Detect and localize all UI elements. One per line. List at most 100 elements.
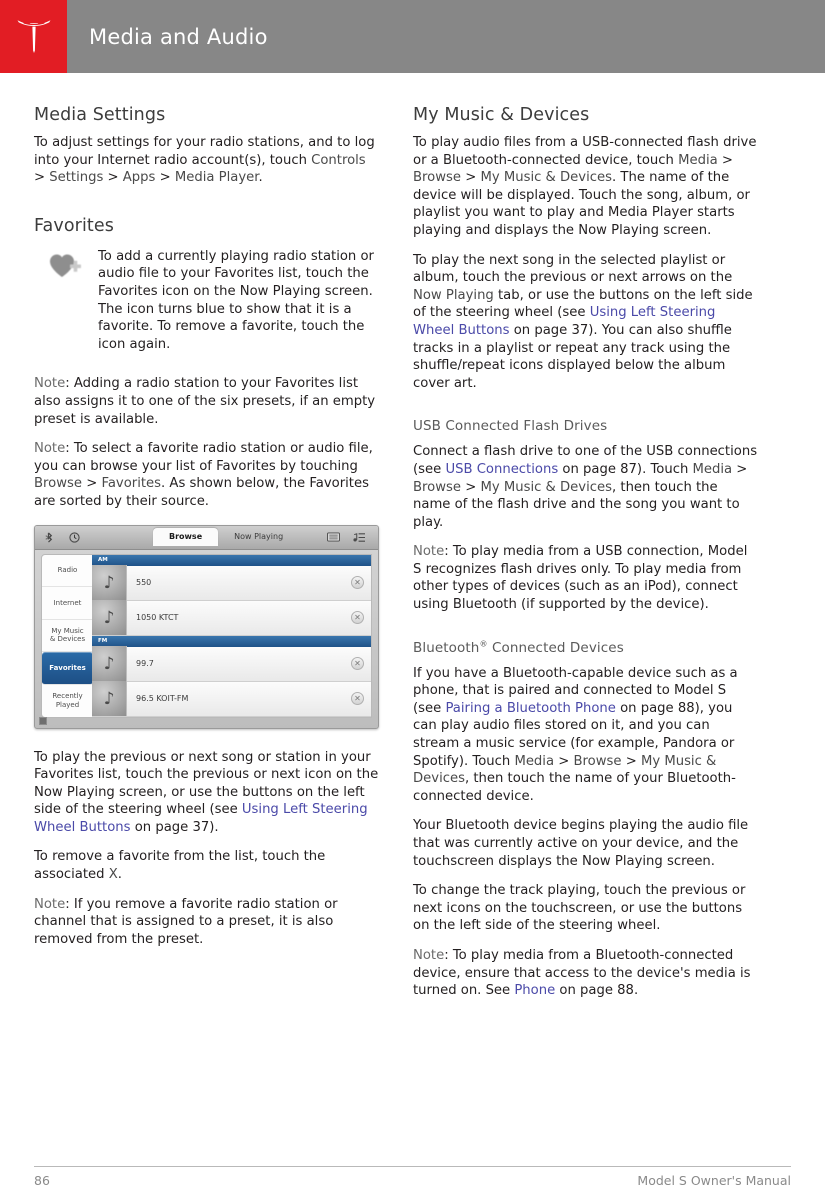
ui-term-controls: Controls [311,152,366,168]
ui-term-now-playing: Now Playing [413,287,494,303]
separator: > [82,476,102,492]
screenshot-topbar: Browse Now Playing [35,525,378,550]
music-note-icon: ♪ [92,600,127,635]
note-label: Note [34,441,66,457]
screenshot-sidebar-item-radio[interactable]: Radio [42,555,93,588]
screenshot-tabs: Browse Now Playing [153,528,299,546]
screenshot-list-item[interactable]: ♪ 1050 KTCT ✕ [92,600,371,636]
paragraph-media-settings: To adjust settings for your radio statio… [34,134,379,187]
tesla-logo [0,0,67,73]
screenshot-corner-marker [39,716,47,725]
music-note-icon: ♪ [92,646,127,681]
note-text: on page 88. [555,983,639,999]
heading-usb-connected-flash-drives: USB Connected Flash Drives [413,418,608,435]
note-text: : To play media from a USB connection, M… [413,544,748,613]
paragraph-play-prev-next: To play the previous or next song or sta… [34,749,379,837]
link-phone[interactable]: Phone [514,983,555,998]
page-header: Media and Audio [0,0,825,73]
screenshot-group-header-fm: FM [92,635,371,647]
page-title: Media and Audio [89,24,268,49]
paragraph-next-song: To play the next song in the selected pl… [413,252,758,393]
x-icon[interactable]: ✕ [351,611,364,624]
screenshot-sidebar-item-favorites[interactable]: Favorites [42,652,93,685]
ui-term-browse: Browse [413,170,462,186]
favorites-icon-block: To add a currently playing radio station… [34,248,379,354]
screenshot-list-item[interactable]: ♪ 96.5 KOIT-FM ✕ [92,681,371,717]
screenshot-sidebar-item-internet[interactable]: Internet [42,587,93,620]
paragraph-bluetooth-change-track: To change the track playing, touch the p… [413,883,746,934]
note-usb-flash-only: Note: To play media from a USB connectio… [413,543,758,613]
note-bluetooth-media-access: Note: To play media from a Bluetooth-con… [413,947,758,1000]
tesla-logo-icon [14,19,54,55]
x-icon[interactable]: ✕ [351,657,364,670]
separator: > [155,170,175,186]
separator: > [621,753,641,769]
note-remove-preset: Note: If you remove a favorite radio sta… [34,896,379,949]
screenshot-list-item[interactable]: ♪ 550 ✕ [92,565,371,601]
text-run: . [258,170,263,186]
ui-term-browse: Browse [34,476,83,492]
manual-page: Media and Audio Media Settings To adjust… [0,0,825,1200]
screenshot-topbar-right [320,526,378,550]
note-label: Note [34,376,66,392]
separator: > [461,479,481,495]
x-icon[interactable]: ✕ [351,576,364,589]
text-run: on page 87). Touch [558,461,693,477]
page-footer: 86 Model S Owner's Manual [34,1166,791,1188]
page-content: Media Settings To adjust settings for yo… [0,73,825,1000]
text-run: To remove a favorite from the list, touc… [34,849,326,883]
screenshot-sidebar: Radio Internet My Music & Devices Favori… [41,553,94,718]
ui-term-x: X [108,867,118,883]
ui-term-favorites: Favorites [101,476,162,492]
separator: > [554,753,574,769]
note-text: : To select a favorite radio station or … [34,441,373,474]
music-note-icon: ♪ [92,681,127,716]
text-run: . [117,867,122,883]
ui-term-apps: Apps [122,170,156,186]
separator: > [34,170,50,186]
screenshot-sidebar-item-my-music-devices[interactable]: My Music & Devices [42,620,93,653]
separator: > [103,170,123,186]
paragraph-remove-favorite: To remove a favorite from the list, touc… [34,848,379,883]
ui-term-media-player: Media Player [174,170,259,186]
heading-bluetooth-connected-devices: Bluetooth® Connected Devices [413,640,758,656]
separator: > [717,152,733,168]
screenshot-list-item[interactable]: ♪ 99.7 ✕ [92,646,371,682]
screenshot-group-header-am: AM [92,554,371,566]
screenshot-tab-browse[interactable]: Browse [153,528,219,546]
note-favorites-browse: Note: To select a favorite radio station… [34,440,379,510]
heading-favorites: Favorites [34,215,114,236]
heading-text: Bluetooth [413,639,480,656]
separator: > [732,461,748,477]
ui-term-media: Media [692,461,733,477]
ui-term-media: Media [678,152,718,168]
music-note-icon: ♪ [92,565,127,600]
paragraph-my-music-intro: To play audio files from a USB-connected… [413,134,758,240]
touchscreen-screenshot-figure: Browse Now Playing Radio Internet My Mus… [34,524,379,729]
screenshot-list-item-title: 99.7 [136,659,154,668]
heading-my-music-devices: My Music & Devices [413,105,590,125]
screenshot-tab-now-playing[interactable]: Now Playing [218,528,299,546]
footer-page-number: 86 [34,1173,50,1188]
paragraph-usb-connect: Connect a flash drive to one of the USB … [413,443,758,531]
ui-term-settings: Settings [49,170,104,186]
ui-term-browse: Browse [573,753,622,769]
note-text: : If you remove a favorite radio station… [34,896,338,947]
screenshot-favorites-list[interactable]: AM ♪ 550 ✕ ♪ 1050 KTCT ✕ FM ♪ 99.7 ✕ ♪ 9… [92,553,372,718]
favorites-heart-plus-icon [48,248,98,354]
note-label: Note [34,896,66,912]
keyboard-icon [320,526,346,550]
note-favorites-presets: Note: Adding a radio station to your Fav… [34,375,379,428]
screenshot-sidebar-item-recently-played[interactable]: Recently Played [42,685,93,717]
favorites-icon-description: To add a currently playing radio station… [98,248,374,352]
x-icon[interactable]: ✕ [351,692,364,705]
link-pairing-a-bluetooth-phone[interactable]: Pairing a Bluetooth Phone [445,701,615,716]
link-usb-connections[interactable]: USB Connections [445,462,558,477]
paragraph-bluetooth-playback: Your Bluetooth device begins playing the… [413,818,749,869]
ui-term-my-music-devices: My Music & Devices [480,479,613,495]
separator: > [461,170,481,186]
right-column: My Music & Devices To play audio files f… [413,105,758,1000]
left-column: Media Settings To adjust settings for yo… [34,105,379,1000]
text-run: To play the next song in the selected pl… [413,252,733,286]
playlist-icon [346,526,372,550]
